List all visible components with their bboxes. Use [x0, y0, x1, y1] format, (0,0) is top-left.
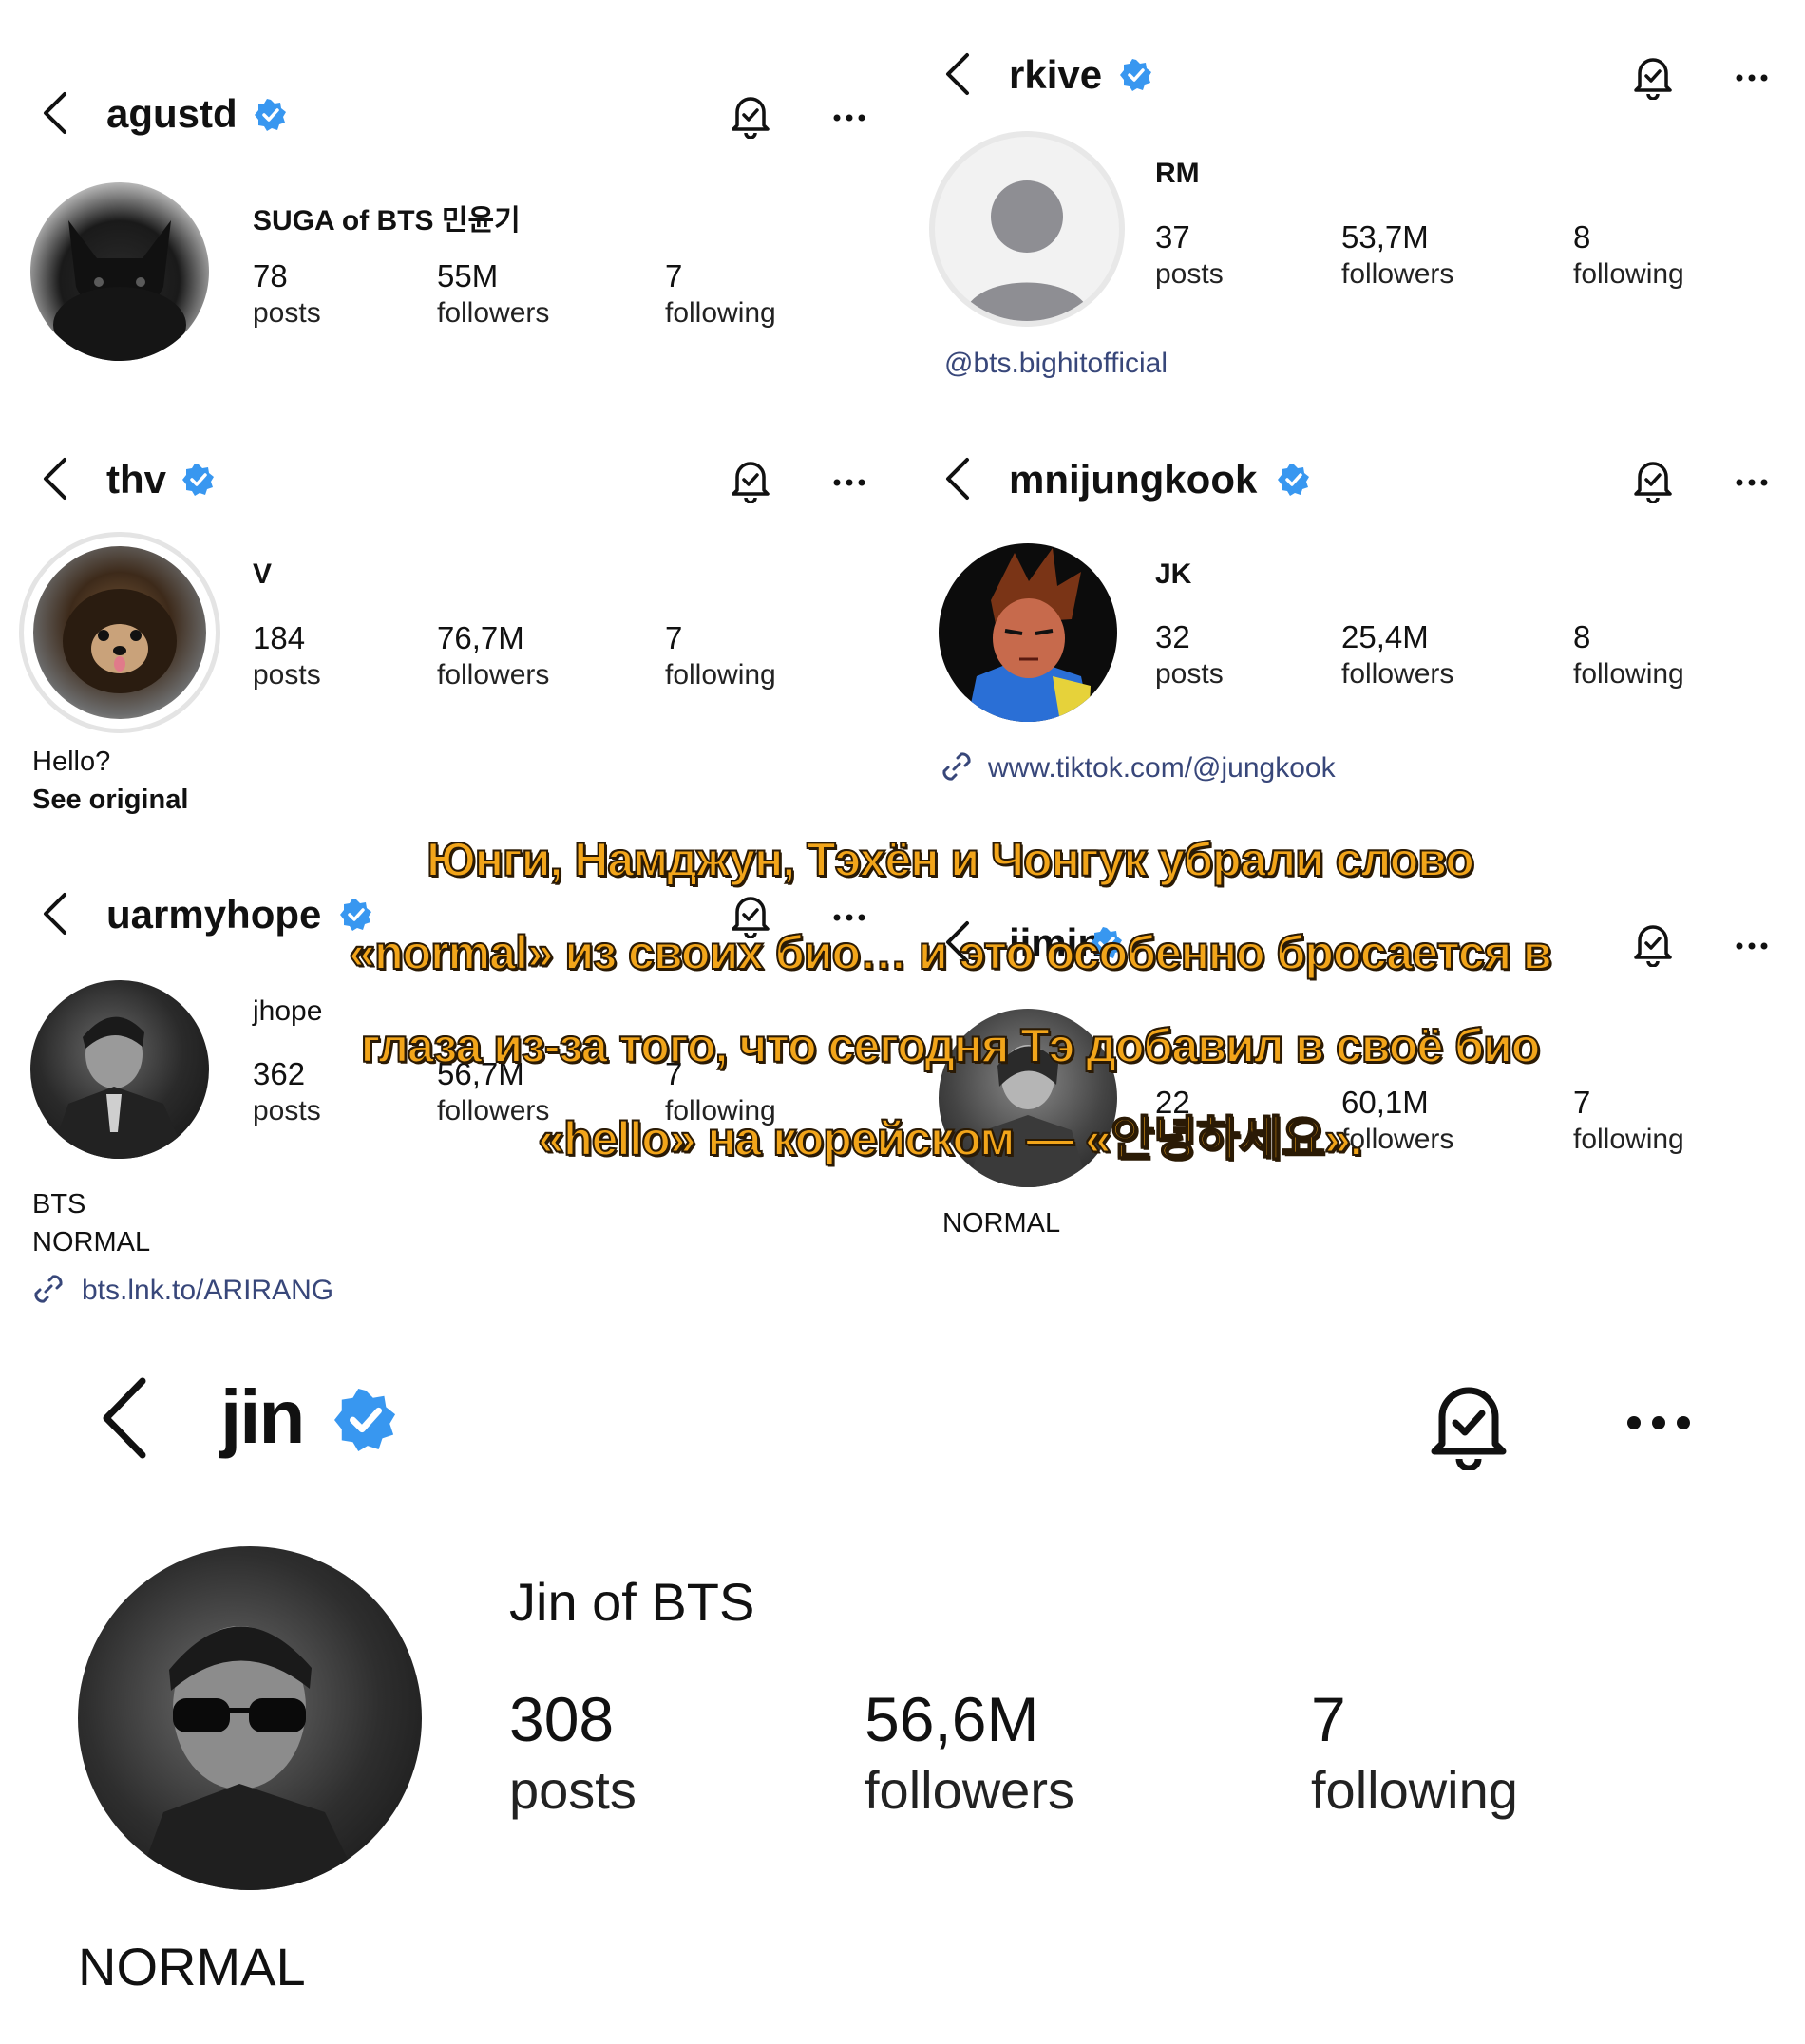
- avatar-story-ring[interactable]: [19, 532, 220, 733]
- profile-name: SUGA of BTS 민윤기: [253, 205, 521, 237]
- followers-label[interactable]: followers: [1341, 258, 1454, 291]
- caption-line-3: глаза из-за того, что сегодня Тэ добавил…: [360, 1018, 1542, 1073]
- profile-card-rkive: rkive RM 37 posts 53,7M followers 8 foll…: [902, 0, 1805, 418]
- avatar[interactable]: [30, 182, 209, 361]
- following-count[interactable]: 7: [665, 258, 682, 294]
- following-count[interactable]: 7: [1311, 1683, 1346, 1755]
- notification-bell-icon[interactable]: [1630, 456, 1676, 508]
- profile-link[interactable]: www.tiktok.com/@jungkook: [988, 752, 1336, 785]
- notification-bell-icon[interactable]: [728, 91, 773, 143]
- posts-count: 78: [253, 258, 288, 293]
- notification-bell-icon[interactable]: [728, 456, 773, 508]
- following-count[interactable]: 8: [1573, 219, 1590, 256]
- profile-name: V: [253, 558, 273, 590]
- more-options-icon[interactable]: [1624, 1413, 1693, 1437]
- following-label[interactable]: following: [1573, 258, 1684, 291]
- bio-text: NORMAL: [78, 1937, 306, 1997]
- bio-line-2: NORMAL: [32, 1227, 151, 1258]
- back-arrow-icon[interactable]: [40, 891, 70, 941]
- verified-badge-icon: [182, 464, 215, 501]
- profile-name: JK: [1155, 558, 1192, 590]
- username: thv: [106, 457, 166, 502]
- followers-label[interactable]: followers: [1341, 658, 1454, 691]
- profile-name: RM: [1155, 158, 1200, 189]
- caption-line-4: «hello» на корейском — «안녕하세요».: [537, 1111, 1363, 1166]
- profile-card-thv: thv V 184 posts 76,7M followers 7 follow…: [0, 418, 902, 836]
- more-options-icon[interactable]: [1735, 938, 1769, 956]
- back-arrow-icon[interactable]: [97, 1375, 150, 1466]
- posts-count: 32: [1155, 619, 1190, 654]
- followers-count[interactable]: 76,7M: [437, 620, 524, 656]
- posts-label: posts: [253, 297, 321, 329]
- profile-card-agustd: agustd SUGA of BTS 민윤기 78 posts 55M foll…: [0, 0, 902, 418]
- profile-link[interactable]: bts.lnk.to/ARIRANG: [82, 1275, 333, 1307]
- link-icon: [939, 748, 975, 789]
- notification-bell-icon[interactable]: [1423, 1375, 1514, 1475]
- bio-text: Hello?: [32, 747, 111, 777]
- back-arrow-icon[interactable]: [942, 456, 973, 506]
- followers-label[interactable]: followers: [864, 1759, 1074, 1821]
- followers-count[interactable]: 55M: [437, 258, 498, 294]
- back-arrow-icon[interactable]: [40, 456, 70, 506]
- followers-count[interactable]: 56,6M: [864, 1683, 1038, 1755]
- posts-count: 184: [253, 620, 306, 655]
- avatar[interactable]: [78, 1546, 422, 1890]
- link-icon: [30, 1271, 66, 1312]
- more-options-icon[interactable]: [1735, 70, 1769, 87]
- bio-line-1: BTS: [32, 1189, 86, 1220]
- back-arrow-icon[interactable]: [942, 51, 973, 102]
- following-count[interactable]: 8: [1573, 619, 1590, 655]
- followers-count[interactable]: 53,7M: [1341, 219, 1429, 256]
- notification-bell-icon[interactable]: [1630, 52, 1676, 104]
- more-options-icon[interactable]: [832, 475, 866, 492]
- mention-link[interactable]: @bts.bighitofficial: [944, 348, 1168, 380]
- verified-badge-icon: [1278, 464, 1310, 501]
- verified-badge-icon: [334, 1389, 397, 1456]
- verified-badge-icon: [255, 99, 287, 136]
- avatar[interactable]: [30, 980, 209, 1159]
- followers-label[interactable]: followers: [437, 659, 549, 691]
- avatar: [33, 546, 206, 719]
- following-label[interactable]: following: [665, 659, 776, 691]
- profile-card-mnijungkook: mnijungkook JK 32 posts 25,4M followers …: [902, 418, 1805, 836]
- following-label[interactable]: following: [1311, 1759, 1518, 1821]
- verified-badge-icon: [1120, 59, 1152, 96]
- posts-label: posts: [253, 659, 321, 691]
- more-options-icon[interactable]: [1735, 475, 1769, 492]
- profile-name: Jin of BTS: [509, 1572, 755, 1632]
- bio-text: NORMAL: [942, 1208, 1061, 1239]
- following-label[interactable]: following: [1573, 658, 1684, 691]
- back-arrow-icon[interactable]: [40, 90, 70, 141]
- username: rkive: [1009, 52, 1103, 97]
- profile-card-jin: jin Jin of BTS 308 posts 56,6M followers…: [0, 1339, 1805, 2044]
- posts-label: posts: [1155, 258, 1224, 290]
- caption-line-1: Юнги, Намджун, Тэхён и Чонгук убрали сло…: [426, 832, 1475, 887]
- see-original-link[interactable]: See original: [32, 785, 188, 816]
- following-label[interactable]: following: [665, 297, 776, 330]
- username: agustd: [106, 91, 238, 136]
- avatar[interactable]: [939, 543, 1117, 722]
- avatar-default[interactable]: [929, 131, 1125, 327]
- posts-label: posts: [509, 1760, 636, 1820]
- more-options-icon[interactable]: [832, 110, 866, 127]
- posts-label: posts: [1155, 658, 1224, 690]
- posts-count: 308: [509, 1684, 615, 1754]
- followers-label[interactable]: followers: [437, 297, 549, 330]
- posts-count: 37: [1155, 219, 1190, 255]
- username: mnijungkook: [1009, 457, 1258, 502]
- username: jin: [220, 1374, 305, 1459]
- following-count[interactable]: 7: [665, 620, 682, 656]
- followers-count[interactable]: 25,4M: [1341, 619, 1429, 655]
- caption-line-2: «normal» из своих био… и это особенно бр…: [348, 925, 1552, 980]
